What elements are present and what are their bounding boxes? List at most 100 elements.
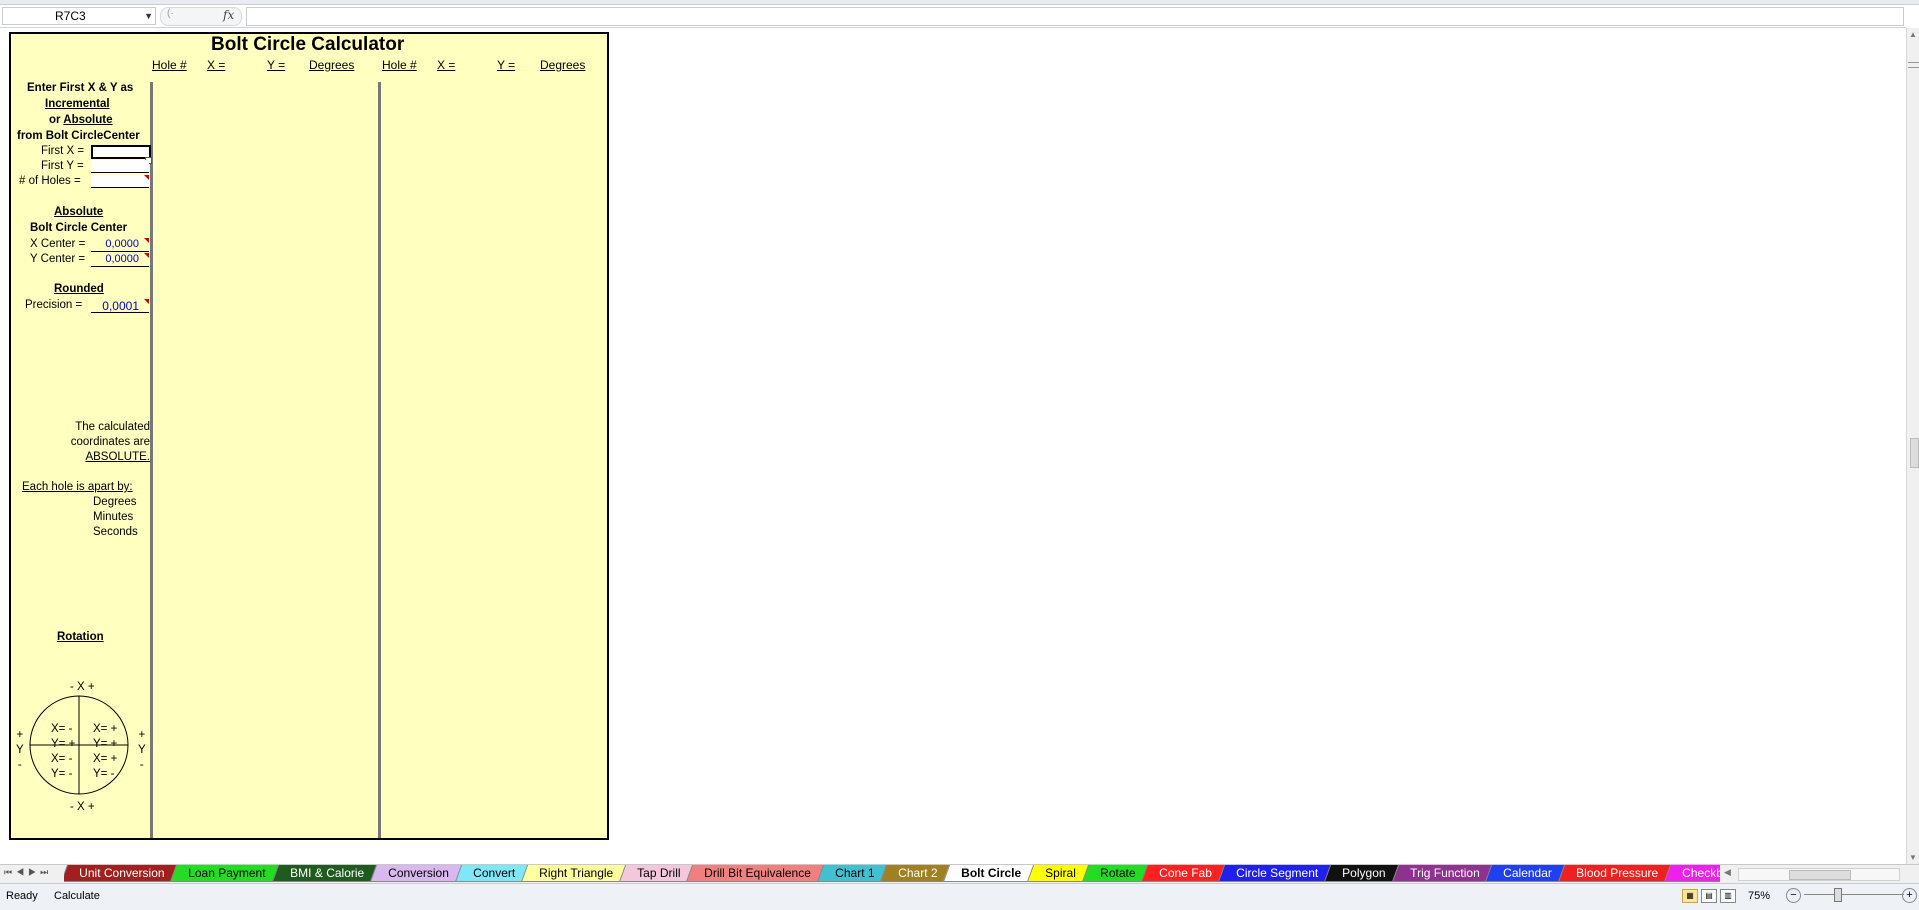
sheet-tab[interactable]: Checkbo <box>1663 865 1720 882</box>
sheet-tab-label: Conversion <box>387 866 449 880</box>
sheet-tab[interactable]: Cone Fab <box>1141 865 1231 882</box>
sheet-tab-label: Convert <box>472 866 515 880</box>
header-hole-1: Hole # <box>152 58 187 72</box>
note-absolute: ABSOLUTE. <box>85 451 150 463</box>
normal-view-icon[interactable]: ▦ <box>1682 889 1698 903</box>
sheet-tab[interactable]: Trig Function <box>1391 865 1498 882</box>
scroll-thumb[interactable] <box>1789 870 1851 880</box>
apart-degrees-label: Degrees <box>93 496 137 508</box>
header-y-2: Y = <box>497 58 516 72</box>
y-center-value: 0,0000 <box>105 253 139 265</box>
sheet-tab[interactable]: Unit Conversion <box>64 865 183 882</box>
close-icon[interactable]: (· <box>167 8 174 19</box>
horizontal-scrollbar[interactable] <box>1738 868 1900 881</box>
first-x-input[interactable] <box>91 145 151 159</box>
axis-y: Y <box>16 744 24 756</box>
page-layout-view-icon[interactable]: ▤ <box>1701 889 1717 903</box>
tab-nav-icons[interactable]: ⏮◀▶⏭ <box>4 867 52 878</box>
apart-seconds-label: Seconds <box>93 526 138 538</box>
instruction-line-4: from Bolt CircleCenter <box>17 130 140 142</box>
apart-minutes-label: Minutes <box>93 511 134 523</box>
axis-plus: + <box>138 729 146 741</box>
formula-input[interactable] <box>246 7 1904 26</box>
sheet-tab[interactable]: Bolt Circle <box>943 865 1040 882</box>
rotation-left-axis: + Y - <box>16 728 24 773</box>
axis-minus: - <box>139 759 144 771</box>
apart-heading: Each hole is apart by: <box>22 481 133 493</box>
sheet-tab[interactable]: Calendar <box>1485 865 1570 882</box>
y-center-input[interactable]: 0,0000 <box>91 253 149 267</box>
axis-y: Y <box>138 744 146 756</box>
status-bar: Ready Calculate ▦ ▤ ▥ 75% − + <box>0 883 1919 910</box>
tab-split-handle[interactable]: ◀ <box>1724 867 1731 878</box>
x-center-label: X Center = <box>30 238 86 250</box>
rotation-bottom-axis: - X + <box>70 801 95 813</box>
rotation-top-axis: - X + <box>70 681 95 693</box>
status-calculate[interactable]: Calculate <box>54 890 100 902</box>
sheet-tab-label: Chart 1 <box>834 866 875 880</box>
sheet-tab[interactable]: Circle Segment <box>1218 865 1337 882</box>
header-degrees-1: Degrees <box>309 58 355 72</box>
instruction-absolute: Absolute <box>63 114 113 126</box>
first-y-label: First Y = <box>41 160 84 172</box>
quadrant-top-left: X= - Y= + <box>51 722 75 752</box>
sheet-tab[interactable]: BMI & Calorie <box>271 865 382 882</box>
sheet-tab[interactable]: Blood Pressure <box>1557 865 1676 882</box>
zoom-out-button[interactable]: − <box>1786 888 1801 903</box>
quadrant-top-right-y: Y= + <box>93 738 118 750</box>
scroll-down-icon[interactable]: ▼ <box>1909 853 1917 862</box>
zoom-in-button[interactable]: + <box>1902 888 1917 903</box>
page-break-view-icon[interactable]: ▥ <box>1720 889 1736 903</box>
precision-value: 0,0001 <box>102 299 139 313</box>
holes-label: # of Holes = <box>19 175 81 187</box>
sheet-tab-label: Spiral <box>1045 866 1077 880</box>
zoom-slider-track[interactable] <box>1804 894 1904 895</box>
vertical-scrollbar[interactable]: ▲ ▼ <box>1906 28 1919 864</box>
sheet-tab[interactable]: Right Triangle <box>520 865 631 882</box>
x-center-input[interactable]: 0,0000 <box>91 238 149 252</box>
rotation-right-axis: + Y - <box>138 728 146 773</box>
sheet-tab-label: Drill Bit Equivalence <box>704 866 811 880</box>
comment-indicator-icon <box>144 238 149 243</box>
view-buttons: ▦ ▤ ▥ <box>1682 889 1739 903</box>
quadrant-bottom-right: X= + Y= - <box>93 752 117 782</box>
header-hole-2: Hole # <box>382 58 417 72</box>
sheet-tab-label: Polygon <box>1342 866 1386 880</box>
header-x-1: X = <box>207 58 226 72</box>
page-title: Bolt Circle Calculator <box>211 34 405 55</box>
first-y-input[interactable] <box>91 160 149 173</box>
header-degrees-2: Degrees <box>540 58 586 72</box>
instruction-incremental: Incremental <box>45 98 110 110</box>
note-line-1: The calculated <box>75 421 150 433</box>
sheet-tab-label: Calendar <box>1503 866 1553 880</box>
instruction-or: or <box>49 114 61 126</box>
axis-plus: + <box>16 729 24 741</box>
split-handle[interactable] <box>1908 62 1919 68</box>
sheet-tab[interactable]: Loan Payment <box>170 865 284 882</box>
column-divider <box>150 82 153 838</box>
precision-input[interactable]: 0,0001 <box>91 299 149 313</box>
formula-bar: R7C3 ▼ (· fx <box>0 5 1906 28</box>
quadrant-bottom-left-x: X= - <box>51 753 73 765</box>
sheet-tab-label: Blood Pressure <box>1576 866 1659 880</box>
first-x-label: First X = <box>41 145 85 157</box>
quadrant-top-right: X= + Y= + <box>93 722 117 752</box>
insert-function-button[interactable]: fx <box>223 8 234 22</box>
sheet-tab[interactable]: Drill Bit Equivalence <box>685 865 829 882</box>
sheet-tab-label: BMI & Calorie <box>289 866 364 880</box>
bolt-circle-sheet: Bolt Circle Calculator Hole # X = Y = De… <box>9 32 609 840</box>
sheet-tab-label: Checkbo <box>1682 866 1720 880</box>
name-box[interactable]: R7C3 ▼ <box>2 7 156 25</box>
rotation-heading: Rotation <box>57 631 104 643</box>
instruction-line-1: Enter First X & Y as <box>27 82 134 94</box>
chevron-down-icon[interactable]: ▼ <box>144 8 153 24</box>
sheet-tab[interactable]: Conversion <box>369 865 467 882</box>
scroll-thumb[interactable] <box>1910 438 1919 468</box>
zoom-slider-thumb[interactable] <box>1834 888 1842 902</box>
axis-minus: - <box>17 759 22 771</box>
scroll-up-icon[interactable]: ▲ <box>1909 30 1917 39</box>
header-x-2: X = <box>437 58 456 72</box>
holes-input[interactable] <box>91 175 149 188</box>
quadrant-bottom-left-y: Y= - <box>51 768 73 780</box>
zoom-level[interactable]: 75% <box>1748 890 1770 902</box>
